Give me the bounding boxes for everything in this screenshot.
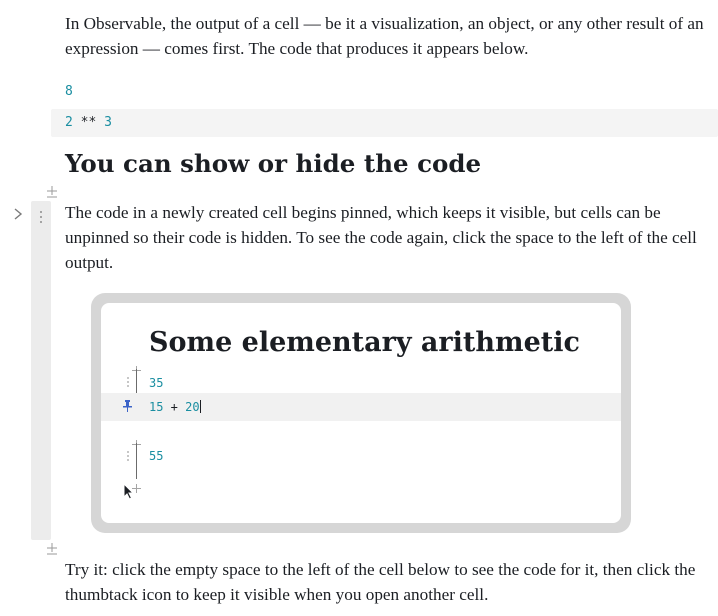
cell-gutter[interactable]	[31, 201, 51, 540]
add-cell-icon[interactable]	[46, 543, 58, 557]
demo-screenshot-content: Some elementary arithmetic 35 15 + 20 55	[101, 303, 621, 523]
code-cell[interactable]: 2 ** 3	[51, 109, 718, 137]
text-caret	[199, 400, 201, 413]
demo-screenshot: Some elementary arithmetic 35 15 + 20 55	[91, 293, 631, 533]
drag-handle-icon	[126, 377, 129, 387]
demo-output-1: 35	[149, 376, 164, 390]
try-it-paragraph: Try it: click the empty space to the lef…	[65, 560, 696, 604]
demo-code-row: 15 + 20	[101, 393, 621, 421]
code-number: 3	[104, 115, 112, 130]
mouse-cursor-icon	[123, 483, 135, 500]
demo-output-2: 55	[149, 449, 164, 463]
code-number: 2	[65, 115, 73, 130]
code-number: 20	[185, 400, 200, 414]
demo-code: 15 + 20	[149, 400, 201, 414]
demo-title: Some elementary arithmetic	[149, 327, 580, 358]
add-cell-icon[interactable]	[46, 186, 58, 200]
code-number: 15	[149, 400, 164, 414]
cell-output[interactable]: 8	[65, 84, 73, 99]
drag-handle-icon	[126, 451, 129, 461]
drag-handle-icon[interactable]	[39, 211, 43, 223]
cell-divider	[136, 443, 137, 479]
code-text[interactable]: 2 ** 3	[65, 115, 112, 130]
chevron-right-icon[interactable]	[12, 207, 24, 221]
section-paragraph: The code in a newly created cell begins …	[65, 203, 697, 272]
pin-icon	[123, 400, 132, 412]
section-heading: You can show or hide the code	[65, 149, 482, 178]
intro-paragraph: In Observable, the output of a cell — be…	[65, 14, 704, 58]
code-operator: **	[72, 115, 105, 130]
code-operator: +	[163, 400, 186, 414]
